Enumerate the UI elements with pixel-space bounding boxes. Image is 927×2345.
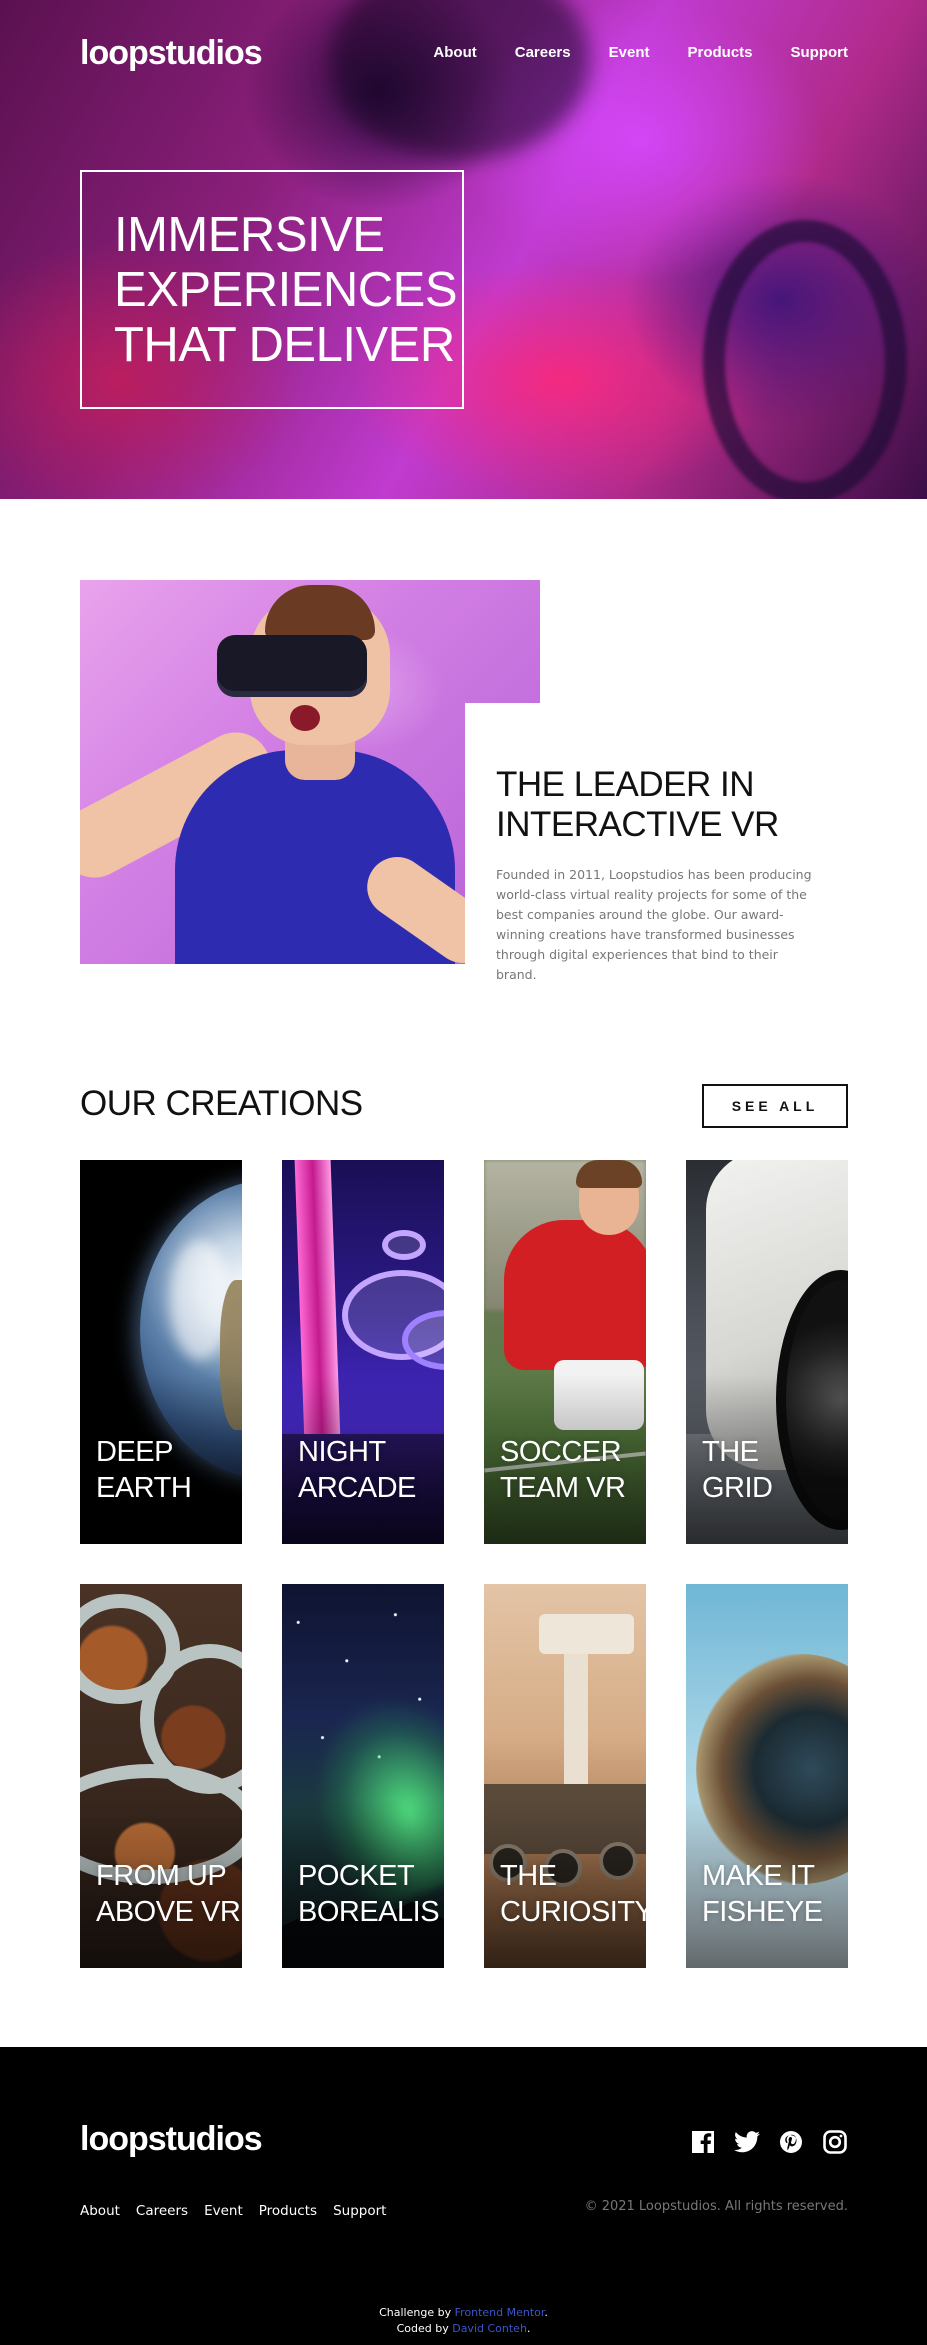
creation-card-label: SOCCER TEAM VR	[500, 1436, 626, 1504]
hero-headline-line: THAT DELIVER	[114, 318, 455, 372]
attribution: Challenge by Frontend Mentor. Coded by D…	[0, 2305, 927, 2337]
creation-card-label: MAKE IT FISHEYE	[702, 1860, 823, 1928]
footer-nav: About Careers Event Products Support	[80, 2203, 402, 2219]
footer-nav-careers[interactable]: Careers	[136, 2203, 188, 2219]
creation-card-label: THE GRID	[702, 1436, 773, 1504]
creation-card-soccer-team-vr[interactable]: SOCCER TEAM VR	[484, 1160, 646, 1544]
copyright-text: © 2021 Loopstudios. All rights reserved.	[584, 2199, 848, 2214]
nav-products[interactable]: Products	[687, 44, 752, 61]
creation-card-label: THE CURIOSITY	[500, 1860, 646, 1928]
footer-nav-products[interactable]: Products	[259, 2203, 317, 2219]
nav-event[interactable]: Event	[609, 44, 650, 61]
nav-careers[interactable]: Careers	[515, 44, 571, 61]
main-nav: About Careers Event Products Support	[395, 44, 848, 61]
creation-card-pocket-borealis[interactable]: POCKET BOREALIS	[282, 1584, 444, 1968]
instagram-icon[interactable]	[822, 2129, 848, 2155]
creations-title: OUR CREATIONS	[80, 1084, 363, 1123]
pinterest-icon[interactable]	[778, 2129, 804, 2155]
creation-card-deep-earth[interactable]: DEEP EARTH	[80, 1160, 242, 1544]
creation-card-from-up-above-vr[interactable]: FROM UP ABOVE VR	[80, 1584, 242, 1968]
creation-card-label: POCKET BOREALIS	[298, 1860, 440, 1928]
footer-nav-about[interactable]: About	[80, 2203, 120, 2219]
nav-support[interactable]: Support	[791, 44, 849, 61]
footer-nav-event[interactable]: Event	[204, 2203, 243, 2219]
twitter-icon[interactable]	[734, 2129, 760, 2155]
logo[interactable]: loopstudios	[80, 34, 263, 73]
about-body: Founded in 2011, Loopstudios has been pr…	[496, 867, 812, 982]
footer-logo[interactable]: loopstudios	[80, 2120, 263, 2159]
creation-card-night-arcade[interactable]: NIGHT ARCADE	[282, 1160, 444, 1544]
social-links	[690, 2129, 848, 2155]
nav-about[interactable]: About	[433, 44, 476, 61]
coded-by-credit: Coded by David Conteh.	[396, 2322, 531, 2335]
creation-card-label: FROM UP ABOVE VR	[96, 1860, 241, 1928]
hero-headline-line: EXPERIENCES	[114, 263, 458, 317]
facebook-icon[interactable]	[690, 2129, 716, 2155]
about-title: THE LEADER IN INTERACTIVE VR	[496, 765, 779, 844]
footer-nav-support[interactable]: Support	[333, 2203, 386, 2219]
about-text-card: THE LEADER IN INTERACTIVE VR Founded in …	[465, 703, 927, 983]
vr-headset	[217, 635, 367, 697]
creation-card-the-grid[interactable]: THE GRID	[686, 1160, 848, 1544]
author-link[interactable]: David Conteh	[452, 2322, 527, 2335]
creation-card-the-curiosity[interactable]: THE CURIOSITY	[484, 1584, 646, 1968]
hero-headline: IMMERSIVE EXPERIENCES THAT DELIVER	[114, 208, 462, 373]
hero-headline-box: IMMERSIVE EXPERIENCES THAT DELIVER	[80, 170, 464, 409]
hero-section: loopstudios About Careers Event Products…	[0, 0, 927, 499]
challenge-credit: Challenge by Frontend Mentor.	[379, 2306, 548, 2319]
creation-card-label: NIGHT ARCADE	[298, 1436, 416, 1504]
site-footer: loopstudios About Careers Event Products…	[0, 2047, 927, 2345]
hero-headline-line: IMMERSIVE	[114, 208, 385, 262]
frontend-mentor-link[interactable]: Frontend Mentor	[455, 2306, 545, 2319]
creation-card-make-it-fisheye[interactable]: MAKE IT FISHEYE	[686, 1584, 848, 1968]
see-all-button[interactable]: SEE ALL	[702, 1084, 848, 1128]
creation-card-label: DEEP EARTH	[96, 1436, 192, 1504]
